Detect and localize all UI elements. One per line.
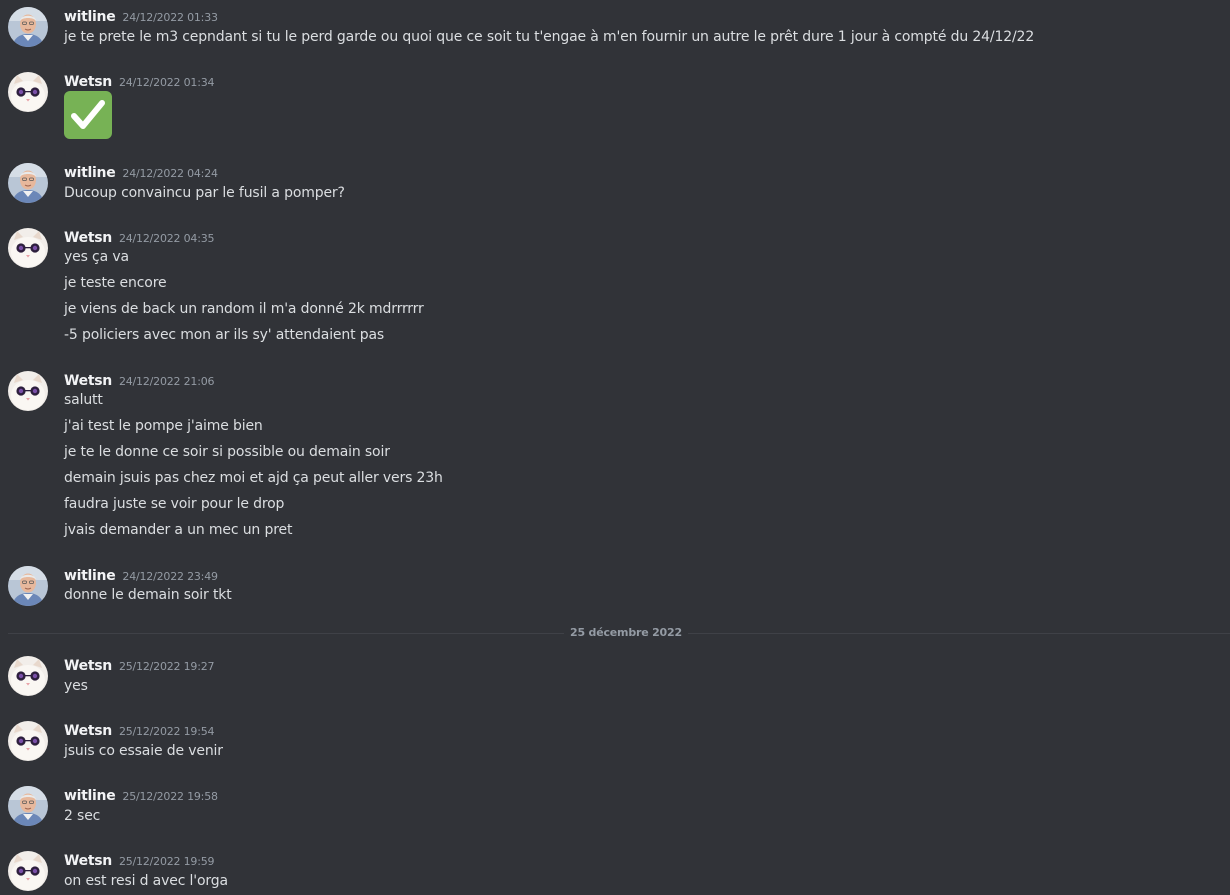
old-man-avatar-icon[interactable] <box>8 786 48 826</box>
message-text: -5 policiers avec mon ar ils sy' attenda… <box>64 327 385 343</box>
date-divider-label: 25 décembre 2022 <box>564 625 688 641</box>
username[interactable]: witline <box>64 9 116 25</box>
username[interactable]: Wetsn <box>64 723 112 739</box>
timestamp[interactable]: 24/12/2022 04:35 <box>119 232 215 245</box>
cat-sunglasses-avatar-icon[interactable] <box>8 371 48 411</box>
message-header: Wetsn 25/12/2022 19:27 <box>64 655 215 675</box>
username[interactable]: Wetsn <box>64 658 112 674</box>
username[interactable]: Wetsn <box>64 853 112 869</box>
message-text: yes ça va <box>64 249 129 265</box>
message-text: faudra juste se voir pour le drop <box>64 496 285 512</box>
timestamp[interactable]: 24/12/2022 01:34 <box>119 76 215 89</box>
message-header: witline 24/12/2022 01:33 <box>64 6 218 26</box>
timestamp[interactable]: 25/12/2022 19:59 <box>119 855 215 868</box>
username[interactable]: Wetsn <box>64 230 112 246</box>
message-text: salutt <box>64 392 103 408</box>
message-header: witline 24/12/2022 04:24 <box>64 162 218 182</box>
cat-sunglasses-avatar-icon[interactable] <box>8 851 48 891</box>
message-header: Wetsn 24/12/2022 01:34 <box>64 71 215 91</box>
message-text: yes <box>64 678 88 694</box>
message-text: je te prete le m3 cepndant si tu le perd… <box>64 29 1035 45</box>
old-man-avatar-icon[interactable] <box>8 7 48 47</box>
timestamp[interactable]: 24/12/2022 04:24 <box>122 167 218 180</box>
old-man-avatar-icon[interactable] <box>8 163 48 203</box>
cat-sunglasses-avatar-icon[interactable] <box>8 656 48 696</box>
message-text: 2 sec <box>64 808 101 824</box>
timestamp[interactable]: 25/12/2022 19:54 <box>119 725 215 738</box>
cat-sunglasses-avatar-icon[interactable] <box>8 72 48 112</box>
message-text: j'ai test le pompe j'aime bien <box>64 418 263 434</box>
message-text: demain jsuis pas chez moi et ajd ça peut… <box>64 470 443 486</box>
message-text: on est resi d avec l'orga <box>64 873 228 889</box>
old-man-avatar-icon[interactable] <box>8 566 48 606</box>
message-text: jvais demander a un mec un pret <box>64 522 293 538</box>
username[interactable]: witline <box>64 568 116 584</box>
message-text: je te le donne ce soir si possible ou de… <box>64 444 390 460</box>
timestamp[interactable]: 24/12/2022 01:33 <box>122 11 218 24</box>
message-header: Wetsn 25/12/2022 19:59 <box>64 850 215 870</box>
message-header: Wetsn 24/12/2022 04:35 <box>64 227 215 247</box>
message-header: witline 24/12/2022 23:49 <box>64 565 218 585</box>
timestamp[interactable]: 25/12/2022 19:58 <box>122 790 218 803</box>
username[interactable]: witline <box>64 165 116 181</box>
white-check-mark-icon[interactable] <box>64 91 112 139</box>
chat-message-list[interactable]: witline 24/12/2022 01:33 je te prete le m… <box>0 0 1230 895</box>
username[interactable]: witline <box>64 788 116 804</box>
message-text: jsuis co essaie de venir <box>64 743 223 759</box>
username[interactable]: Wetsn <box>64 74 112 90</box>
message-header: witline 25/12/2022 19:58 <box>64 785 218 805</box>
message-header: Wetsn 24/12/2022 21:06 <box>64 370 215 390</box>
timestamp[interactable]: 24/12/2022 21:06 <box>119 375 215 388</box>
message-text: Ducoup convaincu par le fusil a pomper? <box>64 185 345 201</box>
cat-sunglasses-avatar-icon[interactable] <box>8 721 48 761</box>
message-text: donne le demain soir tkt <box>64 587 232 603</box>
message-text: je teste encore <box>64 275 167 291</box>
username[interactable]: Wetsn <box>64 373 112 389</box>
message-text: je viens de back un random il m'a donné … <box>64 301 424 317</box>
timestamp[interactable]: 25/12/2022 19:27 <box>119 660 215 673</box>
cat-sunglasses-avatar-icon[interactable] <box>8 228 48 268</box>
message-header: Wetsn 25/12/2022 19:54 <box>64 720 215 740</box>
timestamp[interactable]: 24/12/2022 23:49 <box>122 570 218 583</box>
